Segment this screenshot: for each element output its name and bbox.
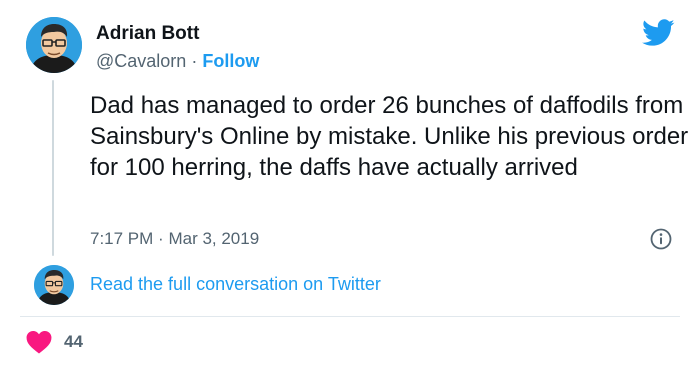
avatar-cartoon-portrait — [26, 17, 82, 73]
author-name[interactable]: Adrian Bott — [96, 23, 199, 45]
follow-button[interactable]: Follow — [202, 51, 259, 71]
heart-icon[interactable] — [26, 330, 52, 354]
like-count: 44 — [64, 332, 83, 351]
read-full-conversation-link[interactable]: Read the full conversation on Twitter — [90, 274, 381, 295]
meta-separator: · — [158, 229, 164, 248]
author-avatar[interactable] — [26, 17, 82, 73]
tweet-date[interactable]: Mar 3, 2019 — [168, 229, 259, 248]
author-handle[interactable]: @Cavalorn — [96, 51, 186, 71]
thread-connector-line — [52, 80, 54, 256]
twitter-bird-icon[interactable] — [642, 19, 675, 47]
author-handle-row: @Cavalorn · Follow — [96, 51, 259, 72]
conversation-avatar[interactable] — [34, 265, 74, 305]
avatar-cartoon-portrait-small — [34, 265, 74, 305]
divider — [20, 316, 680, 317]
tweet-meta: 7:17 PM · Mar 3, 2019 — [90, 229, 259, 249]
handle-separator: · — [191, 51, 198, 71]
tweet-text: Dad has managed to order 26 bunches of d… — [90, 92, 689, 181]
info-icon[interactable] — [650, 228, 672, 250]
tweet-time[interactable]: 7:17 PM — [90, 229, 153, 248]
like-row: 44 — [26, 330, 83, 354]
